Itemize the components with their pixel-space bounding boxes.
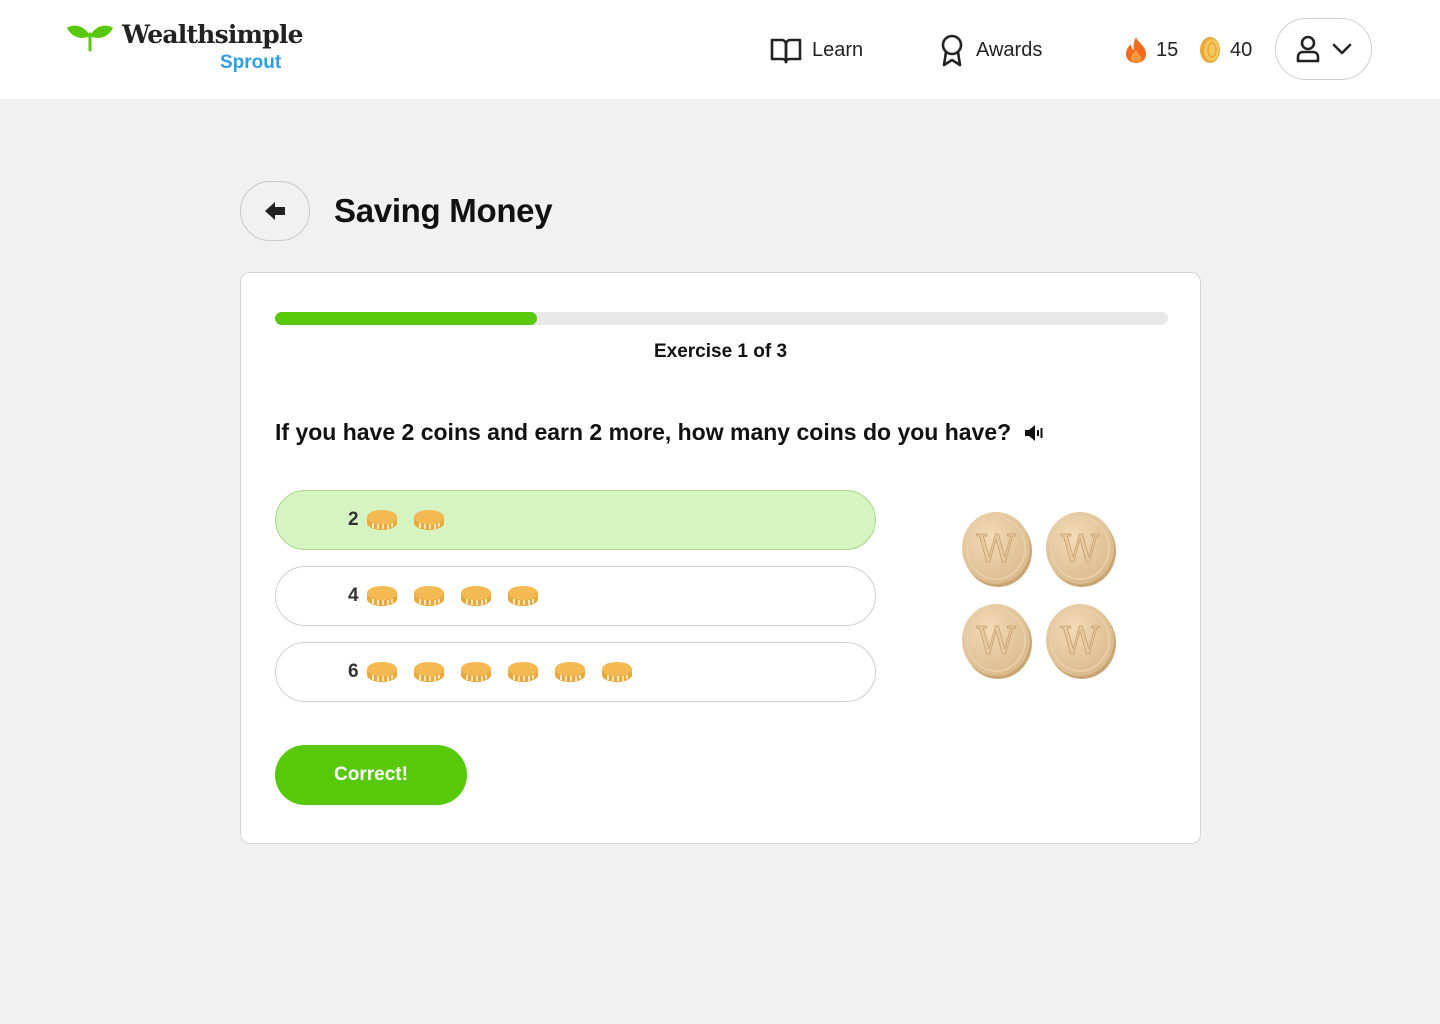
answer-option-2[interactable]: 2	[275, 490, 876, 550]
big-coin-icon: W	[962, 512, 1032, 587]
coin-icon	[461, 586, 491, 606]
big-coin-icon: W	[1046, 604, 1116, 679]
coin-icon	[367, 586, 397, 606]
exercise-card: Exercise 1 of 3 If you have 2 coins and …	[240, 272, 1201, 844]
svg-text:W: W	[976, 619, 1015, 663]
big-coin-icon: W	[1046, 512, 1116, 587]
question: If you have 2 coins and earn 2 more, how…	[275, 419, 1045, 446]
coin-icon	[602, 662, 632, 682]
user-icon	[1296, 35, 1319, 63]
page-title: Saving Money	[334, 192, 553, 229]
svg-text:W: W	[1060, 527, 1099, 571]
book-icon	[770, 38, 802, 64]
coin-icon	[367, 662, 397, 682]
coin-icon	[508, 662, 538, 682]
coin-icon	[555, 662, 585, 682]
nav-learn[interactable]: Learn	[770, 33, 863, 67]
wealthsimple-sprout-logo[interactable]: Wealthsimple Sprout	[66, 20, 306, 80]
flame-icon	[1126, 37, 1146, 63]
coin-icon	[414, 510, 444, 530]
answer-option-label: 4	[348, 585, 359, 606]
chevron-down-icon	[1332, 43, 1351, 55]
nav-awards[interactable]: Awards	[938, 33, 1042, 67]
svg-text:W: W	[976, 527, 1015, 571]
coin-icon	[461, 662, 491, 682]
answer-option-coins	[366, 585, 539, 607]
streak-counter: 15	[1124, 33, 1178, 67]
streak-value: 15	[1156, 38, 1179, 61]
answer-option-6[interactable]: 6	[275, 642, 876, 702]
ribbon-icon	[941, 34, 963, 67]
back-button[interactable]	[240, 181, 310, 241]
coin-illustration: W W W W	[961, 510, 1121, 682]
answer-option-label: 2	[348, 509, 359, 530]
answer-option-label: 6	[348, 661, 359, 682]
account-menu-button[interactable]	[1275, 18, 1372, 80]
coin-icon	[367, 510, 397, 530]
coin-icon	[414, 586, 444, 606]
progress-bar	[275, 312, 1168, 325]
coin-icon	[508, 586, 538, 606]
svg-text:W: W	[1060, 619, 1099, 663]
arrow-left-icon	[265, 202, 285, 220]
answer-option-coins	[366, 661, 633, 683]
sprout-leaf-icon	[67, 25, 113, 52]
progress-fill	[275, 312, 537, 325]
coin-counter: 40	[1198, 33, 1252, 67]
speaker-icon[interactable]	[1023, 422, 1045, 444]
brand-wordmark: Wealthsimple	[122, 20, 303, 49]
product-name: Sprout	[220, 52, 282, 73]
nav-awards-label: Awards	[976, 38, 1043, 61]
question-text: If you have 2 coins and earn 2 more, how…	[275, 419, 1012, 445]
answer-option-4[interactable]: 4	[275, 566, 876, 626]
answer-option-coins	[366, 509, 445, 531]
coin-icon	[1200, 37, 1220, 63]
exercise-counter: Exercise 1 of 3	[653, 341, 788, 362]
coins-value: 40	[1230, 38, 1253, 61]
top-header: Wealthsimple Sprout Learn Awards 15 40	[0, 0, 1440, 99]
big-coin-icon: W	[962, 604, 1032, 679]
check-answer-button[interactable]: Correct!	[275, 745, 467, 805]
coin-icon	[414, 662, 444, 682]
nav-learn-label: Learn	[812, 38, 864, 61]
